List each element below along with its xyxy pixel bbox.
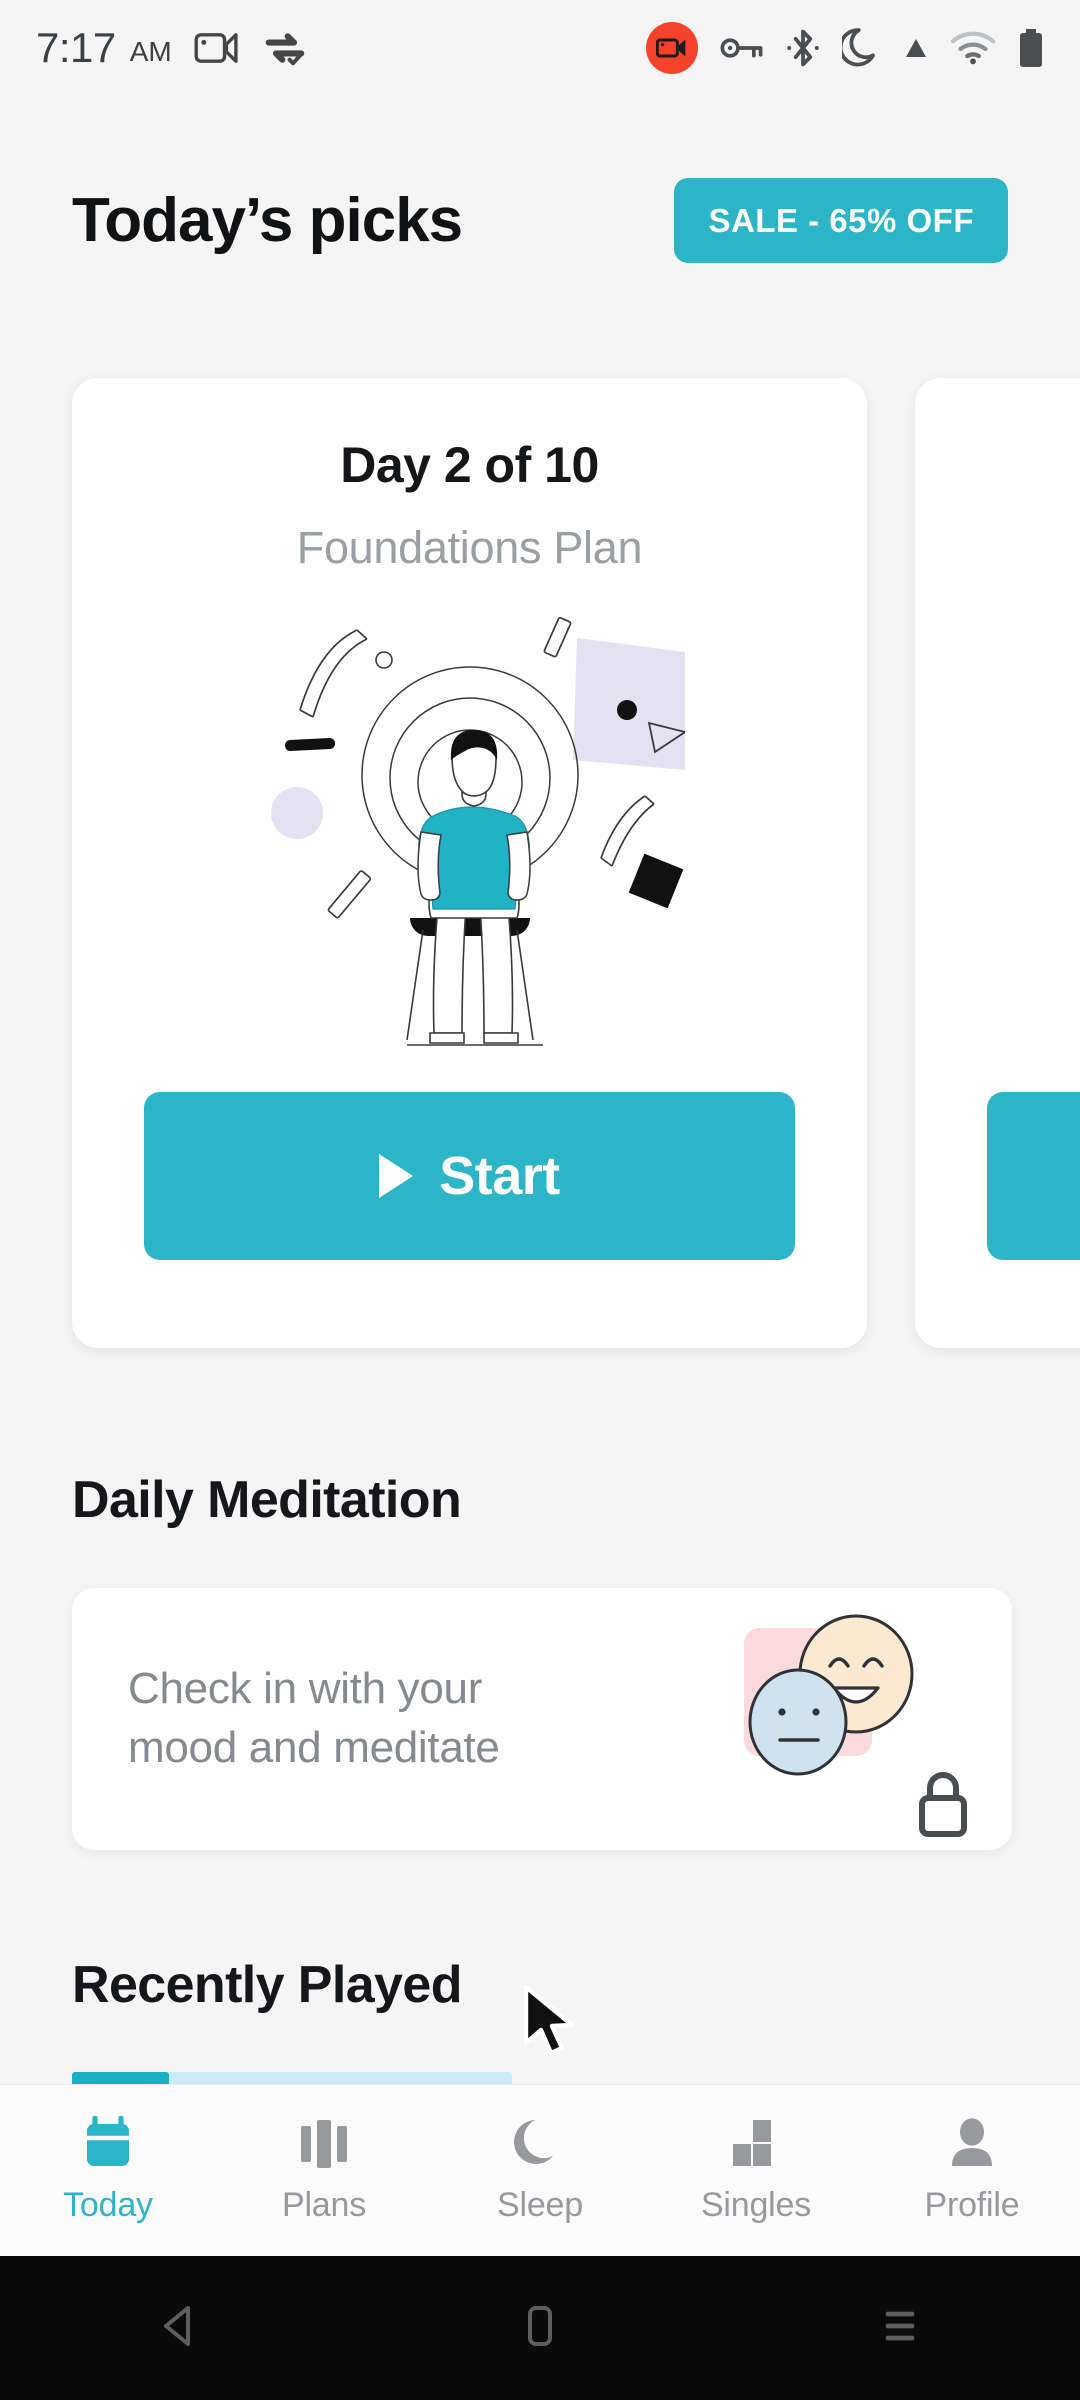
plan-card-next[interactable]	[915, 378, 1080, 1348]
sale-promo-button[interactable]: SALE - 65% OFF	[674, 177, 1008, 263]
nav-item-plans[interactable]: Plans	[216, 2116, 432, 2225]
play-icon	[379, 1154, 414, 1198]
status-bar-clock: 7:17	[36, 24, 116, 71]
plan-card[interactable]: Day 2 of 10 Foundations Plan Start	[72, 378, 867, 1348]
mood-card-text-line2: mood and meditate	[128, 1723, 500, 1772]
mouse-pointer-arrow	[523, 1985, 575, 2056]
nav-item-singles[interactable]: Singles	[648, 2116, 864, 2225]
meditating-person-illustration	[270, 616, 685, 1046]
person-icon	[952, 2118, 992, 2166]
nav-label-today: Today	[63, 2186, 153, 2224]
calendar-icon	[87, 2116, 129, 2166]
signal-triangle-icon	[904, 37, 928, 59]
vpn-key-icon	[720, 35, 764, 61]
plan-card-carousel[interactable]: Day 2 of 10 Foundations Plan Start	[0, 378, 1080, 1348]
bottom-navigation-bar: Today Plans Sleep Singles Profile	[0, 2084, 1080, 2256]
start-button-next[interactable]	[987, 1092, 1080, 1260]
daily-meditation-heading: Daily Meditation	[72, 1471, 462, 1529]
mood-faces-artwork	[726, 1614, 967, 1837]
page-header: Today’s picks SALE - 65% OFF	[0, 150, 1080, 290]
home-square-icon[interactable]	[514, 2300, 566, 2357]
mood-card-text: Check in with your mood and meditate	[128, 1660, 500, 1777]
screen-record-video-icon	[194, 31, 240, 65]
nav-item-sleep[interactable]: Sleep	[432, 2116, 648, 2225]
mood-checkin-card[interactable]: Check in with your mood and meditate	[72, 1588, 1012, 1850]
mood-card-text-line1: Check in with your	[128, 1664, 483, 1714]
nav-item-profile[interactable]: Profile	[864, 2116, 1080, 2225]
back-triangle-icon[interactable]	[154, 2300, 206, 2357]
moon-icon	[514, 2120, 553, 2164]
nav-label-profile: Profile	[924, 2186, 1020, 2224]
recents-lines-icon[interactable]	[874, 2300, 926, 2357]
status-bar: 7:17 AM	[0, 0, 1080, 96]
plan-card-title: Day 2 of 10	[340, 437, 599, 493]
do-not-disturb-moon-icon	[842, 27, 882, 69]
plan-card-subtitle: Foundations Plan	[296, 522, 643, 573]
lock-icon	[919, 1772, 967, 1837]
wifi-icon	[950, 30, 996, 66]
nav-label-plans: Plans	[281, 2186, 367, 2224]
columns-icon	[301, 2120, 347, 2168]
app-screen: 7:17 AM Today’s picks SALE - 65% OFF Day…	[0, 0, 1080, 2400]
blocks-icon	[733, 2120, 771, 2166]
nav-label-singles: Singles	[700, 2186, 812, 2224]
start-button-label: Start	[439, 1146, 560, 1206]
bluetooth-icon	[786, 28, 820, 68]
status-bar-right	[646, 22, 1044, 74]
status-bar-ampm: AM	[129, 36, 172, 67]
android-system-nav	[0, 2256, 1080, 2400]
nav-label-sleep: Sleep	[497, 2186, 583, 2224]
status-bar-left: 7:17 AM	[36, 24, 308, 72]
nav-item-today[interactable]: Today	[0, 2116, 216, 2225]
vpn-data-transfer-icon	[262, 30, 308, 66]
battery-icon	[1018, 28, 1044, 68]
page-title: Today’s picks	[72, 185, 463, 255]
screen-recording-badge-icon	[646, 22, 698, 74]
recently-played-heading: Recently Played	[72, 1956, 462, 2014]
start-button[interactable]: Start	[144, 1092, 795, 1260]
